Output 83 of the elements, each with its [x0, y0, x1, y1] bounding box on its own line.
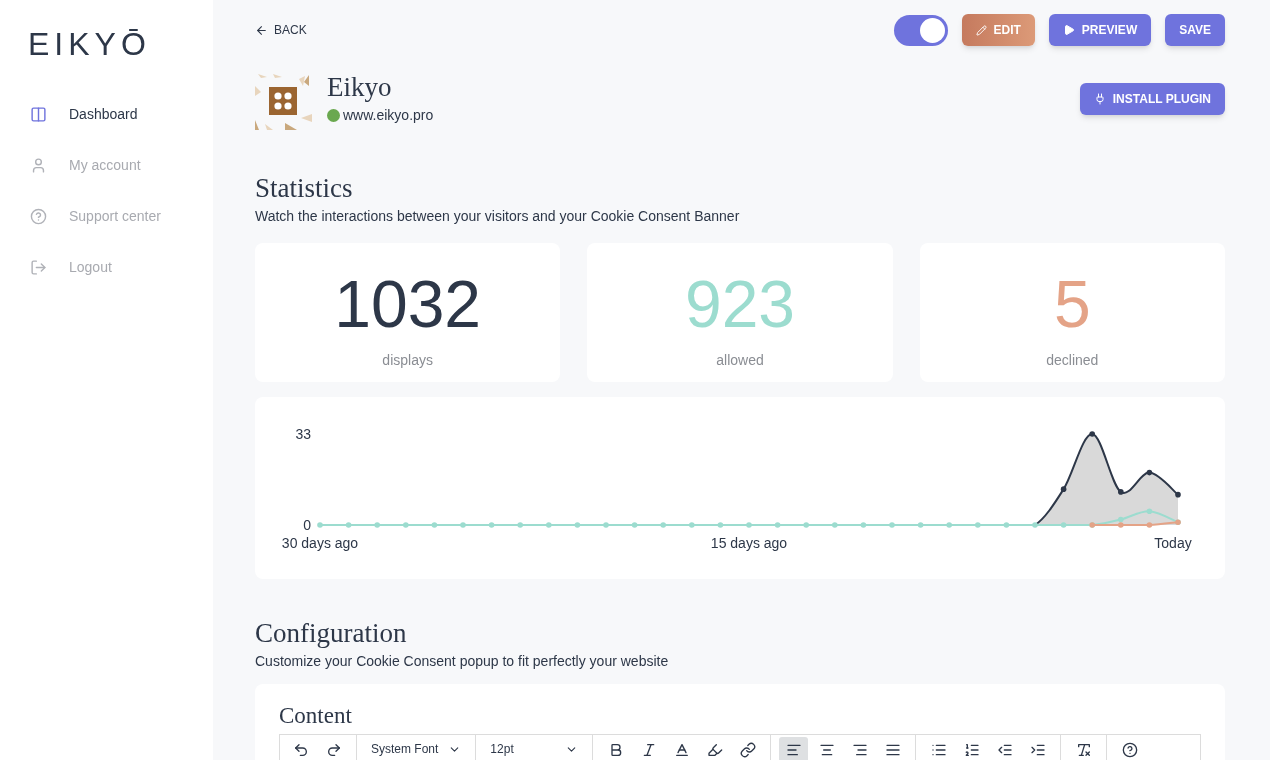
- data-point: [317, 521, 323, 528]
- columns-icon: [30, 105, 47, 123]
- data-point: [860, 521, 867, 528]
- data-point: [1060, 486, 1067, 492]
- back-link[interactable]: BACK: [255, 21, 307, 39]
- stat-label: declined: [1046, 350, 1099, 370]
- toggle-switch[interactable]: [893, 14, 948, 46]
- link-icon: [739, 742, 756, 759]
- data-point: [660, 521, 666, 528]
- arrow-left-icon: [255, 23, 268, 37]
- axis-label: 33: [295, 425, 311, 442]
- section-subtitle: Customize your Cookie Consent popup to fit perfectly your website: [255, 651, 670, 671]
- stat-value: 1032: [334, 270, 482, 337]
- text-color-icon: [673, 742, 690, 759]
- plug-icon: [1093, 93, 1106, 105]
- data-point: [917, 521, 924, 528]
- redo-icon: [325, 742, 342, 759]
- data-point: [774, 521, 781, 528]
- data-point: [374, 521, 380, 528]
- data-point: [1089, 430, 1095, 437]
- axis-label: 15 days ago: [710, 534, 788, 551]
- data-point: [631, 521, 638, 528]
- data-point: [1003, 521, 1010, 528]
- clear-format-icon: [1075, 742, 1092, 759]
- play-icon: [1062, 24, 1075, 36]
- nav-item[interactable]: My account: [30, 149, 141, 181]
- data-point: [1146, 508, 1153, 514]
- data-point: [403, 521, 409, 528]
- section-title: Statistics: [255, 172, 354, 205]
- data-point: [717, 521, 724, 528]
- site-url: www.eikyo.pro: [343, 105, 434, 125]
- install-plugin-button[interactable]: INSTALL PLUGIN: [1079, 83, 1225, 115]
- help-icon: [30, 207, 47, 225]
- data-point: [345, 521, 352, 528]
- axis-label: 30 days ago: [281, 534, 359, 551]
- data-point: [1060, 521, 1067, 528]
- data-point: [803, 521, 809, 528]
- data-point: [574, 521, 581, 528]
- numbered-list-icon: [963, 742, 980, 759]
- data-point: [975, 521, 981, 528]
- stat-value: 923: [684, 270, 796, 337]
- data-point: [460, 521, 466, 528]
- axis-label: Today: [1154, 534, 1192, 551]
- section-subtitle: Watch the interactions between your visitors and your Cookie Consent Banner: [255, 206, 741, 226]
- dropdown[interactable]: System Font: [365, 737, 468, 760]
- save-button[interactable]: SAVE: [1165, 14, 1225, 46]
- pencil-icon: [975, 24, 987, 36]
- logo: EIKYŌ: [28, 28, 151, 60]
- stat-label: allowed: [716, 350, 764, 370]
- data-point: [488, 521, 495, 528]
- stat-value: 5: [1053, 270, 1091, 337]
- data-point: [1175, 491, 1181, 498]
- data-point: [1032, 521, 1038, 528]
- dropdown[interactable]: 12pt: [484, 737, 585, 760]
- card-title: Content: [279, 701, 353, 730]
- site-name: Eikyo: [327, 71, 393, 104]
- data-point: [689, 521, 695, 528]
- user-icon: [30, 156, 47, 174]
- highlighter-icon: [706, 742, 723, 759]
- nav-item[interactable]: Support center: [30, 200, 161, 232]
- data-point: [946, 521, 952, 528]
- section-title: Configuration: [255, 616, 408, 650]
- undo-icon: [292, 742, 309, 759]
- nav-item[interactable]: Dashboard: [30, 98, 138, 130]
- data-point: [431, 521, 438, 528]
- data-point: [1118, 488, 1124, 495]
- help-icon: [1121, 742, 1138, 759]
- data-point: [1146, 469, 1153, 476]
- data-point: [832, 521, 838, 528]
- data-point: [603, 521, 609, 528]
- toolbar-button[interactable]: [779, 737, 809, 760]
- stat-label: displays: [382, 350, 433, 370]
- data-point: [546, 521, 552, 528]
- preview-button[interactable]: PREVIEW: [1048, 14, 1152, 46]
- nav-item[interactable]: Logout: [30, 251, 112, 283]
- logout-icon: [30, 258, 47, 276]
- axis-label: 0: [303, 516, 311, 533]
- data-point: [1146, 521, 1153, 528]
- data-point: [889, 521, 895, 528]
- brand-logo: [255, 74, 312, 130]
- data-point: [746, 521, 752, 528]
- edit-button[interactable]: EDIT: [961, 14, 1035, 46]
- data-point: [517, 521, 523, 528]
